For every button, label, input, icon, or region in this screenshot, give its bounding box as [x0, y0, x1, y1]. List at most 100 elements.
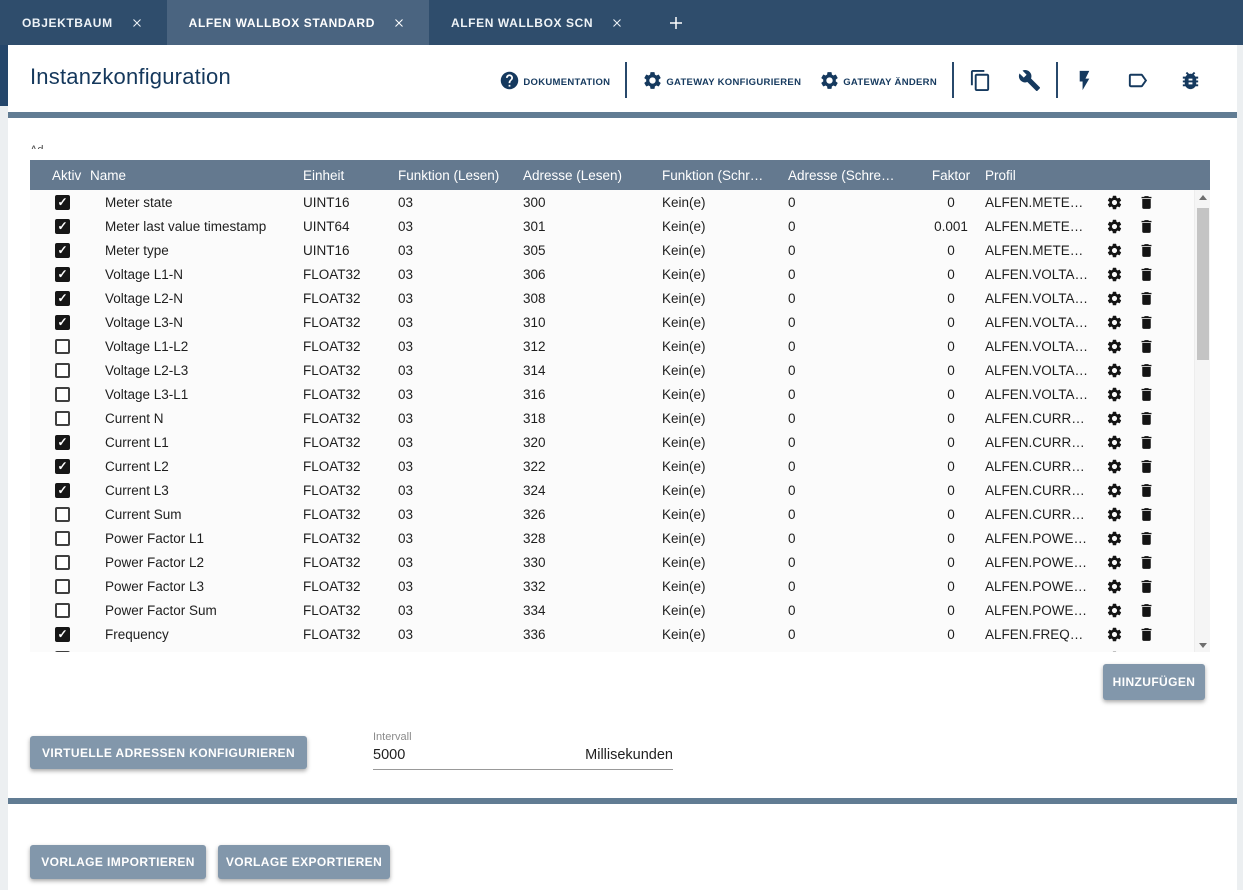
scroll-up-button[interactable] — [1195, 190, 1211, 204]
row-active-checkbox[interactable] — [55, 651, 70, 653]
row-active-checkbox[interactable] — [55, 435, 70, 450]
row-settings-button[interactable] — [1101, 407, 1127, 429]
row-delete-button[interactable] — [1133, 335, 1159, 357]
row-settings-button[interactable] — [1101, 359, 1127, 381]
cell-profil: ALFEN.VOLTA… — [985, 339, 1101, 354]
row-delete-button[interactable] — [1133, 215, 1159, 237]
row-delete-button[interactable] — [1133, 191, 1159, 213]
row-active-checkbox[interactable] — [55, 243, 70, 258]
tools-button[interactable] — [1018, 69, 1041, 92]
gear-icon — [1106, 290, 1123, 307]
row-settings-button[interactable] — [1101, 287, 1127, 309]
documentation-button[interactable]: DOKUMENTATION — [499, 70, 610, 91]
row-delete-button[interactable] — [1133, 575, 1159, 597]
cell-name-value: Current L3 — [90, 483, 303, 498]
row-settings-button[interactable] — [1101, 263, 1127, 285]
tab-objektbaum[interactable]: OBJEKTBAUM — [0, 0, 167, 45]
cell-name-value: Current L2 — [90, 459, 303, 474]
configure-virtual-addresses-button[interactable]: VIRTUELLE ADRESSEN KONFIGURIEREN — [30, 736, 307, 769]
row-delete-button[interactable] — [1133, 503, 1159, 525]
scroll-down-button[interactable] — [1195, 638, 1211, 652]
tab-alfen-wallbox-scn[interactable]: ALFEN WALLBOX SCN — [429, 0, 647, 45]
row-settings-button[interactable] — [1101, 455, 1127, 477]
import-template-button[interactable]: VORLAGE IMPORTIEREN — [30, 845, 206, 879]
row-active-checkbox[interactable] — [55, 387, 70, 402]
row-settings-button[interactable] — [1101, 479, 1127, 501]
row-delete-button[interactable] — [1133, 239, 1159, 261]
row-settings-button[interactable] — [1101, 239, 1127, 261]
row-delete-button[interactable] — [1133, 263, 1159, 285]
interval-input[interactable] — [373, 747, 523, 763]
row-active-checkbox[interactable] — [55, 219, 70, 234]
row-active-checkbox[interactable] — [55, 579, 70, 594]
row-active-checkbox[interactable] — [55, 603, 70, 618]
tab-close-button[interactable] — [391, 15, 407, 31]
row-settings-button[interactable] — [1101, 503, 1127, 525]
row-delete-button[interactable] — [1133, 311, 1159, 333]
gateway-change-button[interactable]: GATEWAY ÄNDERN — [819, 70, 937, 91]
row-active-checkbox[interactable] — [55, 411, 70, 426]
add-row-button[interactable]: HINZUFÜGEN — [1103, 664, 1205, 700]
label-button[interactable] — [1126, 69, 1149, 92]
row-settings-button[interactable] — [1101, 431, 1127, 453]
gateway-configure-button[interactable]: GATEWAY KONFIGURIEREN — [642, 70, 801, 91]
row-settings-button[interactable] — [1101, 551, 1127, 573]
row-active-checkbox[interactable] — [55, 627, 70, 642]
row-active-checkbox[interactable] — [55, 507, 70, 522]
gear-icon — [1106, 458, 1123, 475]
column-header-adresse-schre: Adresse (Schre… — [788, 168, 917, 183]
row-active-checkbox[interactable] — [55, 339, 70, 354]
cell-profil: ALFEN.CURR… — [985, 507, 1101, 522]
row-delete-button[interactable] — [1133, 407, 1159, 429]
row-delete-button[interactable] — [1133, 599, 1159, 621]
row-delete-button[interactable] — [1133, 479, 1159, 501]
row-active-checkbox[interactable] — [55, 291, 70, 306]
row-active-checkbox[interactable] — [55, 483, 70, 498]
row-settings-button[interactable] — [1101, 575, 1127, 597]
live-values-button[interactable] — [1073, 69, 1096, 92]
row-settings-button[interactable] — [1101, 527, 1127, 549]
tab-close-button[interactable] — [609, 15, 625, 31]
scrollbar-thumb[interactable] — [1197, 208, 1209, 360]
row-settings-button[interactable] — [1101, 335, 1127, 357]
trash-icon — [1138, 554, 1155, 571]
row-settings-button[interactable] — [1101, 383, 1127, 405]
row-delete-button[interactable] — [1133, 383, 1159, 405]
row-delete-button[interactable] — [1133, 647, 1159, 652]
row-delete-button[interactable] — [1133, 359, 1159, 381]
debug-button[interactable] — [1179, 69, 1202, 92]
table-scrollbar[interactable] — [1194, 190, 1210, 652]
row-settings-button[interactable] — [1101, 215, 1127, 237]
cell-funktion-lesen: 03 — [398, 579, 523, 594]
tab-close-button[interactable] — [129, 15, 145, 31]
row-active-checkbox[interactable] — [55, 459, 70, 474]
row-delete-button[interactable] — [1133, 551, 1159, 573]
cell-active — [30, 291, 90, 306]
row-settings-button[interactable] — [1101, 623, 1127, 645]
row-settings-button[interactable] — [1101, 191, 1127, 213]
row-active-checkbox[interactable] — [55, 315, 70, 330]
export-template-button[interactable]: VORLAGE EXPORTIEREN — [218, 845, 390, 879]
cell-funktion-lesen: 03 — [398, 315, 523, 330]
tab-alfen-wallbox-standard[interactable]: ALFEN WALLBOX STANDARD — [167, 0, 429, 45]
row-delete-button[interactable] — [1133, 287, 1159, 309]
cell-einheit: FLOAT32 — [303, 339, 398, 354]
row-settings-button[interactable] — [1101, 599, 1127, 621]
row-active-checkbox[interactable] — [55, 267, 70, 282]
row-active-checkbox[interactable] — [55, 531, 70, 546]
row-delete-button[interactable] — [1133, 431, 1159, 453]
row-delete-button[interactable] — [1133, 455, 1159, 477]
row-delete-button[interactable] — [1133, 623, 1159, 645]
row-settings-button[interactable] — [1101, 647, 1127, 652]
row-active-checkbox[interactable] — [55, 195, 70, 210]
cell-active — [30, 243, 90, 258]
cell-einheit: FLOAT32 — [303, 387, 398, 402]
gear-icon — [1106, 482, 1123, 499]
row-active-checkbox[interactable] — [55, 363, 70, 378]
cell-active — [30, 435, 90, 450]
add-tab-button[interactable] — [653, 0, 699, 45]
row-delete-button[interactable] — [1133, 527, 1159, 549]
row-active-checkbox[interactable] — [55, 555, 70, 570]
copy-button[interactable] — [969, 69, 992, 92]
row-settings-button[interactable] — [1101, 311, 1127, 333]
